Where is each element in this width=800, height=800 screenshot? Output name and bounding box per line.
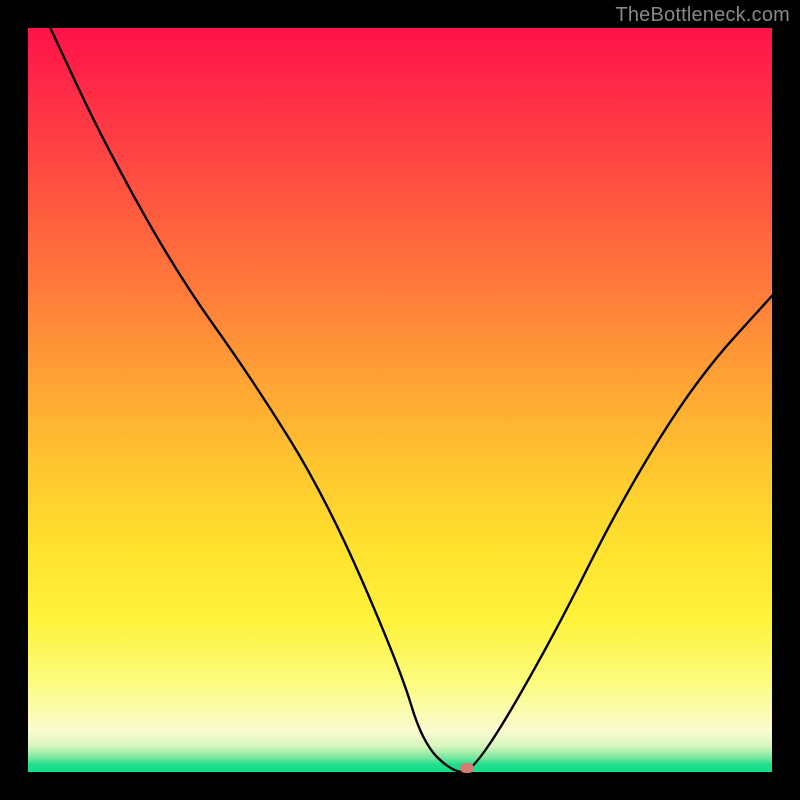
optimal-point-marker [460, 763, 474, 773]
bottleneck-curve [28, 28, 772, 772]
plot-area [28, 28, 772, 772]
chart-frame: TheBottleneck.com [0, 0, 800, 800]
watermark-text: TheBottleneck.com [615, 4, 790, 27]
